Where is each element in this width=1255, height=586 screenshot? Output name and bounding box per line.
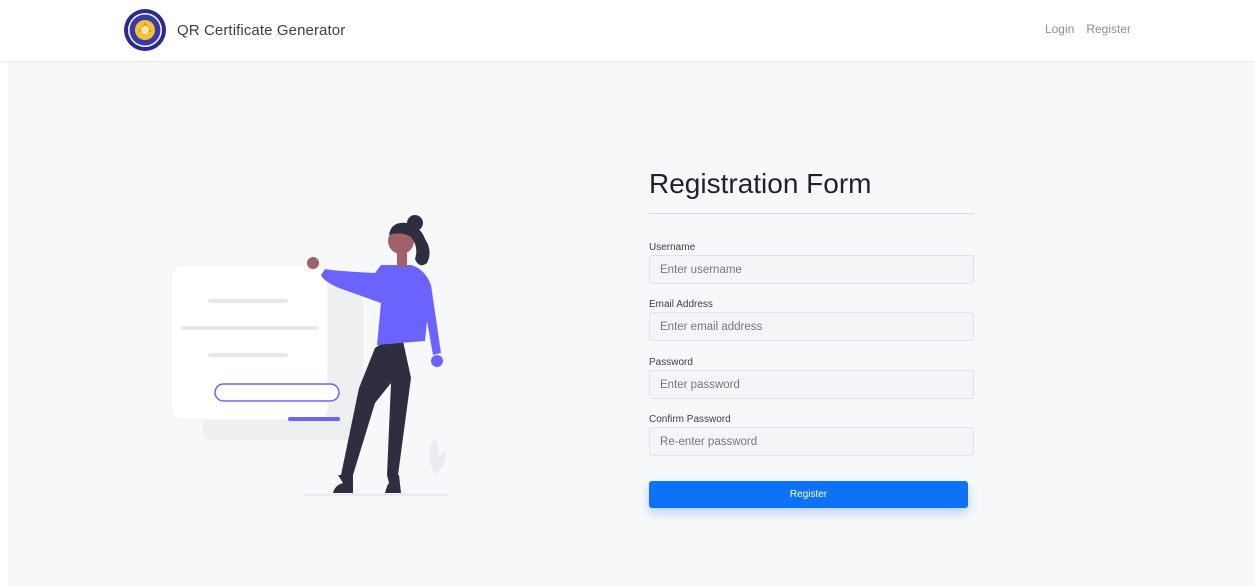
top-navbar: QR Certificate Generator Login Register <box>0 0 1255 62</box>
nav-login-link[interactable]: Login <box>1045 22 1074 36</box>
nav-register-link[interactable]: Register <box>1086 22 1131 36</box>
email-input[interactable] <box>649 312 974 341</box>
confirm-password-group: Confirm Password <box>649 413 974 456</box>
confirm-password-input[interactable] <box>649 427 974 456</box>
brand-name: QR Certificate Generator <box>177 21 346 39</box>
university-seal-icon <box>124 9 166 51</box>
registration-form: Registration Form Username Email Address… <box>649 165 974 508</box>
nav-links: Login Register <box>1045 22 1131 36</box>
email-label: Email Address <box>649 299 713 310</box>
register-button[interactable]: Register <box>649 481 968 508</box>
brand[interactable]: QR Certificate Generator <box>123 9 345 51</box>
username-input[interactable] <box>649 255 974 284</box>
registration-illustration <box>170 215 449 496</box>
username-label: Username <box>649 242 696 253</box>
username-group: Username <box>649 241 974 284</box>
confirm-password-label: Confirm Password <box>649 414 731 425</box>
password-label: Password <box>649 357 693 368</box>
password-input[interactable] <box>649 370 974 399</box>
title-divider <box>649 213 974 214</box>
form-title: Registration Form <box>649 168 872 199</box>
email-group: Email Address <box>649 298 974 341</box>
password-group: Password <box>649 356 974 399</box>
page-main: Registration Form Username Email Address… <box>8 63 1255 586</box>
